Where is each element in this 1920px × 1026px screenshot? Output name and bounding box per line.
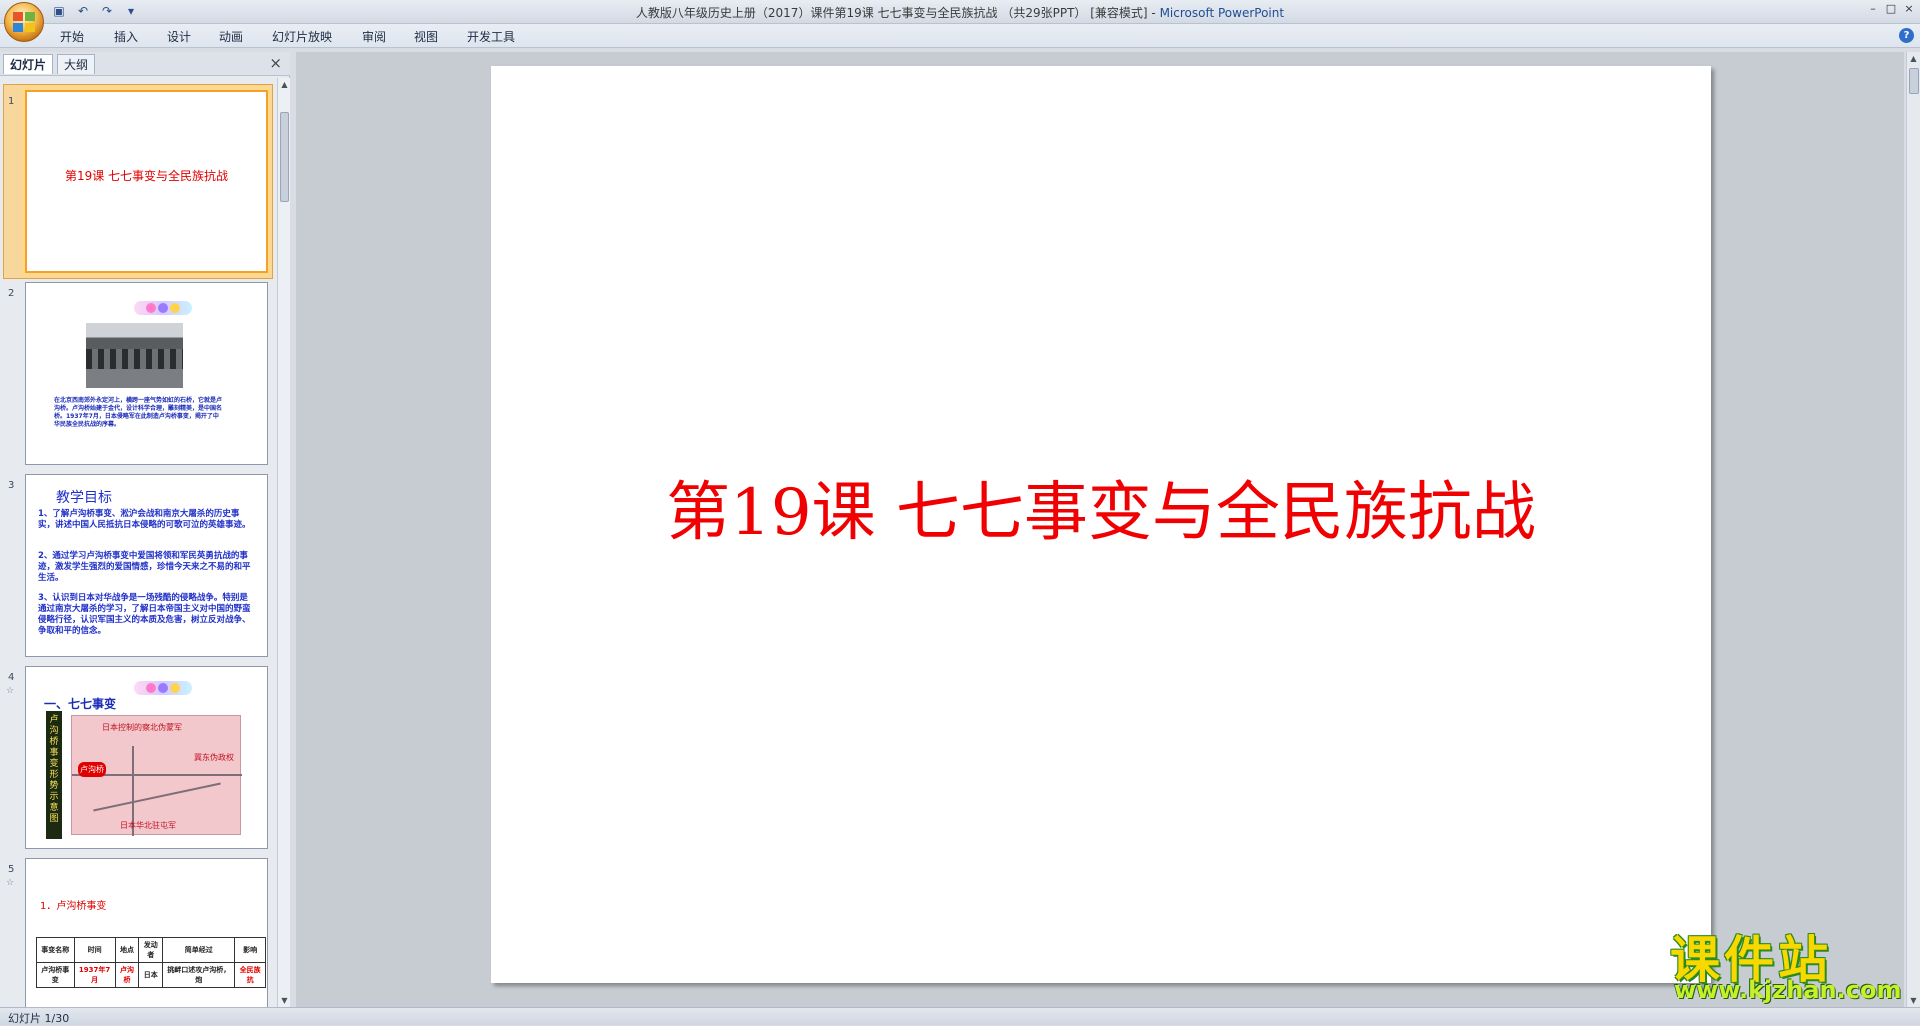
thumbnail-heading: 1．卢沟桥事变 — [40, 901, 107, 912]
tab-review[interactable]: 审阅 — [362, 28, 386, 45]
table-cell: 挑衅口述攻卢沟桥，炮 — [162, 962, 236, 988]
table-row: 事变名称 时间 地点 发动者 简单经过 影响 — [36, 937, 266, 963]
table-header-cell: 简单经过 — [162, 937, 236, 963]
scroll-down-icon[interactable]: ▼ — [279, 994, 290, 1007]
slide-thumbnail-2[interactable]: 在北京西南郊外永定河上，横跨一座气势如虹的石桥，它就是卢沟桥。卢沟桥始建于金代，… — [25, 282, 268, 465]
animation-star-icon[interactable]: ☆ — [6, 878, 14, 888]
slide-number: 3 — [8, 480, 15, 491]
help-icon[interactable]: ? — [1899, 28, 1914, 43]
current-slide[interactable]: 第19课 七七事变与全民族抗战 — [491, 66, 1711, 983]
slide-number: 2 — [8, 288, 15, 299]
thumbnail-list: 1 第19课 七七事变与全民族抗战 2 在北京西南郊外永定河上，横跨一座气势如虹… — [0, 78, 276, 1007]
objective-item: 3、认识到日本对华战争是一场残酷的侵略战争。特别是通过南京大屠杀的学习，了解日本… — [38, 593, 251, 636]
scroll-up-icon[interactable]: ▲ — [279, 78, 290, 91]
header-badge-icon — [134, 681, 192, 695]
ribbon-tabs: 开始 插入 设计 动画 幻灯片放映 审阅 视图 开发工具 ? — [0, 24, 1920, 48]
app-name: Microsoft PowerPoint — [1159, 6, 1285, 20]
tab-outline[interactable]: 大纲 — [57, 54, 96, 74]
maximize-button[interactable]: □ — [1884, 2, 1898, 16]
minimize-button[interactable]: – — [1866, 2, 1880, 16]
tab-insert[interactable]: 插入 — [114, 28, 138, 45]
thumbnail-heading: 一、七七事变 — [44, 697, 117, 711]
lugou-bridge-photo — [86, 323, 183, 388]
tab-animations[interactable]: 动画 — [219, 28, 243, 45]
map-caption-bar: 卢沟桥事变形势示意图 — [46, 711, 62, 839]
tab-developer[interactable]: 开发工具 — [467, 28, 515, 45]
tab-view[interactable]: 视图 — [414, 28, 438, 45]
scroll-up-icon[interactable]: ▲ — [1908, 52, 1919, 65]
editor-scrollbar[interactable]: ▲ ▼ — [1906, 52, 1920, 1007]
slide-thumbnail-1[interactable]: 第19课 七七事变与全民族抗战 — [25, 90, 268, 273]
site-watermark: 课件站 www.kjzhan.com — [1670, 920, 1902, 1010]
title-separator: - — [1147, 6, 1160, 20]
slide-title[interactable]: 第19课 七七事变与全民族抗战 — [491, 461, 1711, 553]
scrollbar-thumb[interactable] — [280, 112, 289, 202]
tab-slide-show[interactable]: 幻灯片放映 — [272, 28, 332, 45]
table-header-cell: 时间 — [73, 937, 116, 963]
window-controls: – □ × — [1866, 2, 1916, 16]
thumbnail-scrollbar[interactable]: ▲ ▼ — [277, 78, 290, 1007]
table-header-cell: 事变名称 — [36, 937, 75, 963]
close-button[interactable]: × — [1902, 2, 1916, 16]
table-cell: 卢沟桥事变 — [36, 962, 75, 988]
status-bar: 幻灯片 1/30 — [0, 1007, 1920, 1025]
table-header-cell: 地点 — [114, 937, 140, 963]
office-button[interactable] — [4, 2, 44, 42]
map-label: 卢沟桥 — [78, 762, 106, 777]
animation-star-icon[interactable]: ☆ — [6, 686, 14, 696]
objective-item: 2、通过学习卢沟桥事变中爱国将领和军民英勇抗战的事迹，激发学生强烈的爱国情感，珍… — [38, 551, 251, 583]
thumbnail-heading: 教学目标 — [56, 490, 112, 506]
table-cell: 全民族抗 — [234, 962, 266, 988]
tab-design[interactable]: 设计 — [167, 28, 191, 45]
slide-thumbnail-3[interactable]: 教学目标 1、了解卢沟桥事变、淞沪会战和南京大屠杀的历史事实，讲述中国人民抵抗日… — [25, 474, 268, 657]
slide-number: 5 — [8, 864, 15, 875]
table-header-cell: 影响 — [234, 937, 266, 963]
office-logo-icon — [13, 12, 35, 32]
slide-editor: 第19课 七七事变与全民族抗战 — [296, 52, 1904, 1007]
header-badge-icon — [134, 301, 192, 315]
slide-number: 1 — [8, 96, 15, 107]
slide-thumbnail-4[interactable]: 一、七七事变 卢沟桥事变形势示意图 日本控制的察北伪蒙军 冀东伪政权 日本华北驻… — [25, 666, 268, 849]
watermark-url: www.kjzhan.com — [1674, 976, 1902, 1004]
table-cell: 日本 — [138, 962, 164, 988]
slide-thumbnail-5[interactable]: 1．卢沟桥事变 事变名称 时间 地点 发动者 简单经过 影响 卢沟桥事变 193… — [25, 858, 268, 1007]
slide-counter: 幻灯片 1/30 — [8, 1012, 70, 1025]
slide-number: 4 — [8, 672, 15, 683]
slides-pane: 幻灯片 大纲 × 1 第19课 七七事变与全民族抗战 2 在北京西南郊外永定河上… — [0, 52, 290, 1007]
scrollbar-thumb[interactable] — [1909, 68, 1919, 94]
scroll-down-icon[interactable]: ▼ — [1908, 994, 1919, 1007]
document-title: 人教版八年级历史上册（2017）课件第19课 七七事变与全民族抗战 （共29张P… — [635, 6, 1148, 20]
map-label: 冀东伪政权 — [194, 753, 234, 762]
event-table: 事变名称 时间 地点 发动者 简单经过 影响 卢沟桥事变 1937年7月 卢沟桥… — [36, 937, 266, 988]
objective-item: 1、了解卢沟桥事变、淞沪会战和南京大屠杀的历史事实，讲述中国人民抵抗日本侵略的可… — [38, 509, 251, 530]
map-label: 日本控制的察北伪蒙军 — [102, 723, 182, 732]
title-bar: ▣ ↶ ↷ ▾ 人教版八年级历史上册（2017）课件第19课 七七事变与全民族抗… — [0, 0, 1920, 24]
close-pane-icon[interactable]: × — [269, 54, 282, 72]
thumbnail-body-text: 在北京西南郊外永定河上，横跨一座气势如虹的石桥，它就是卢沟桥。卢沟桥始建于金代，… — [54, 397, 223, 428]
situation-map: 日本控制的察北伪蒙军 冀东伪政权 日本华北驻屯军 卢沟桥 — [71, 715, 242, 836]
pane-tabs: 幻灯片 大纲 × — [0, 52, 290, 76]
table-header-cell: 发动者 — [138, 937, 164, 963]
table-row: 卢沟桥事变 1937年7月 卢沟桥 日本 挑衅口述攻卢沟桥，炮 全民族抗 — [36, 962, 266, 988]
table-cell: 卢沟桥 — [114, 962, 140, 988]
tab-slides[interactable]: 幻灯片 — [3, 54, 54, 74]
window-title: 人教版八年级历史上册（2017）课件第19课 七七事变与全民族抗战 （共29张P… — [0, 4, 1920, 21]
thumbnail-title: 第19课 七七事变与全民族抗战 — [64, 169, 229, 183]
table-cell: 1937年7月 — [73, 962, 116, 988]
map-label: 日本华北驻屯军 — [120, 821, 176, 830]
tab-home[interactable]: 开始 — [60, 28, 84, 45]
